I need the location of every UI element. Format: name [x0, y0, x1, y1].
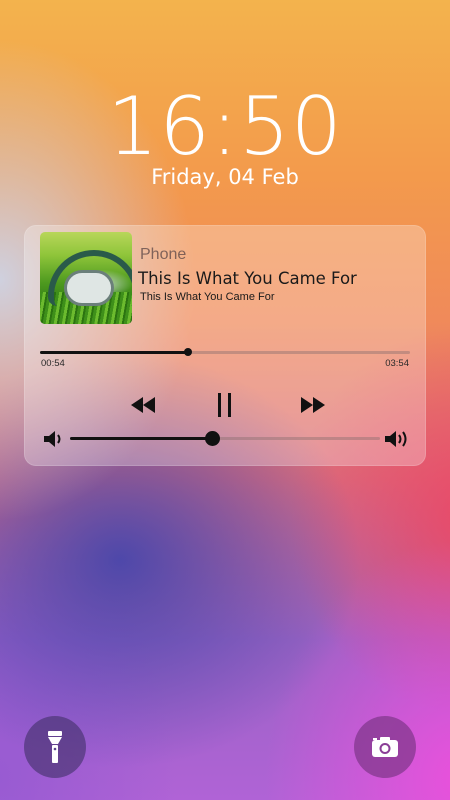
track-title: This Is What You Came For — [138, 269, 357, 288]
media-player-card[interactable]: Phone This Is What You Came For This Is … — [24, 225, 426, 466]
headphones-cup — [64, 270, 114, 306]
volume-fill — [70, 437, 213, 440]
album-art[interactable] — [40, 232, 132, 324]
clock-time: 16:50 — [107, 80, 343, 173]
progress-thumb[interactable] — [184, 348, 192, 356]
flashlight-icon — [48, 731, 62, 763]
fast-forward-icon — [301, 397, 325, 413]
volume-high-icon[interactable] — [384, 428, 410, 450]
volume-slider[interactable] — [70, 431, 380, 446]
rewind-button[interactable] — [126, 390, 162, 420]
media-source-label: Phone — [140, 246, 187, 263]
rewind-icon — [131, 397, 155, 413]
fast-forward-button[interactable] — [294, 390, 330, 420]
clock-date: Friday, 04 Feb — [151, 165, 299, 189]
pause-button[interactable] — [210, 390, 240, 420]
flashlight-button[interactable] — [24, 716, 86, 778]
pause-icon — [218, 393, 231, 417]
camera-button[interactable] — [354, 716, 416, 778]
camera-icon — [372, 737, 398, 757]
volume-low-icon[interactable] — [42, 428, 68, 450]
elapsed-time: 00:54 — [41, 358, 65, 369]
track-artist: This Is What You Came For — [140, 291, 275, 303]
volume-thumb[interactable] — [205, 431, 221, 446]
progress-slider[interactable] — [40, 348, 410, 356]
progress-fill — [40, 351, 188, 354]
total-time: 03:54 — [385, 358, 409, 369]
